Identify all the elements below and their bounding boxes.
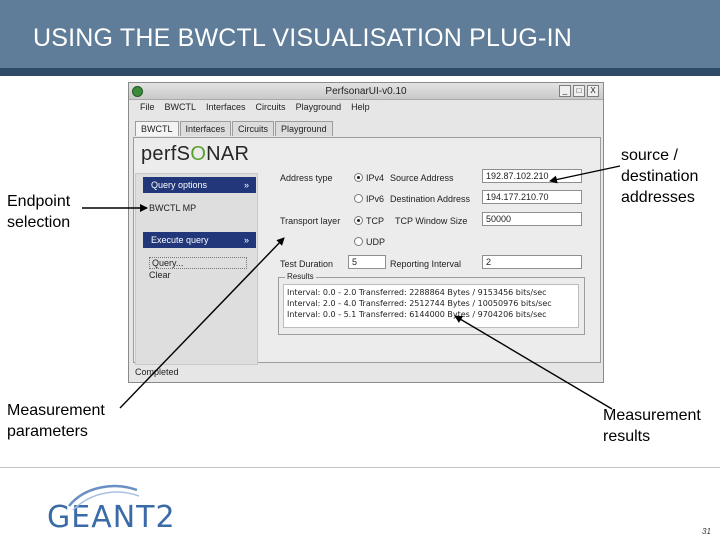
logo-mark: O: [190, 143, 207, 165]
window-titlebar[interactable]: PerfsonarUI-v0.10 _ □ X: [129, 83, 603, 100]
annotation-endpoint-selection: Endpoint selection: [7, 191, 70, 233]
perfsonar-logo: perfSONAR: [141, 143, 249, 166]
minimize-button[interactable]: _: [559, 85, 571, 97]
source-address-field[interactable]: 192.87.102.210: [482, 169, 582, 183]
maximize-button[interactable]: □: [573, 85, 585, 97]
results-group: Results Interval: 0.0 - 2.0 Transferred:…: [278, 272, 585, 335]
test-duration-label: Test Duration: [280, 259, 334, 269]
query-options-label: Query options: [151, 180, 208, 190]
annotation-line: Endpoint: [7, 193, 71, 210]
logo-part: NAR: [206, 143, 250, 165]
annotation-source-destination: source / destination addresses: [621, 145, 698, 208]
destination-address-field[interactable]: 194.177.210.70: [482, 190, 582, 204]
logo-part: perfS: [141, 143, 191, 165]
result-line: Interval: 0.0 - 2.0 Transferred: 2288864…: [287, 288, 547, 297]
annotation-measurement-parameters: Measurement parameters: [7, 400, 105, 442]
annotation-line: results: [603, 428, 651, 445]
clear-button[interactable]: Clear: [149, 270, 171, 280]
results-output[interactable]: Interval: 0.0 - 2.0 Transferred: 2288864…: [283, 284, 579, 328]
annotation-line: destination: [621, 168, 699, 185]
status-bar-text: Completed: [135, 367, 179, 377]
result-line: Interval: 0.0 - 5.1 Transferred: 6144000…: [287, 310, 547, 319]
udp-label: UDP: [366, 237, 386, 247]
close-button[interactable]: X: [587, 85, 599, 97]
annotation-measurement-results: Measurement results: [603, 405, 701, 447]
reporting-interval-label: Reporting Interval: [390, 259, 462, 269]
tcp-window-size-label: TCP Window Size: [395, 216, 468, 226]
destination-address-label: Destination Address: [390, 194, 471, 204]
query-button[interactable]: Query...: [149, 257, 247, 269]
ipv4-radio[interactable]: [354, 173, 363, 182]
menu-file[interactable]: File: [135, 101, 160, 115]
udp-radio[interactable]: [354, 237, 363, 246]
geant-swoosh-icon: [68, 484, 140, 511]
menu-playground[interactable]: Playground: [291, 101, 347, 115]
annotation-line: addresses: [621, 189, 695, 206]
slide-title: USING THE BWCTL VISUALISATION PLUG-IN: [33, 24, 572, 52]
tcp-label: TCP: [366, 216, 384, 226]
address-type-label: Address type: [280, 173, 333, 183]
reporting-interval-field[interactable]: 2: [482, 255, 582, 269]
execute-query-header[interactable]: Execute query »: [143, 232, 256, 248]
window-title: PerfsonarUI-v0.10: [325, 86, 407, 97]
tab-playground[interactable]: Playground: [275, 121, 333, 136]
footer-divider: [0, 467, 720, 468]
tab-interfaces[interactable]: Interfaces: [179, 121, 232, 136]
annotation-line: source /: [621, 147, 678, 164]
menu-circuits[interactable]: Circuits: [251, 101, 291, 115]
menu-help[interactable]: Help: [346, 101, 375, 115]
test-duration-field[interactable]: 5: [348, 255, 386, 269]
tab-circuits[interactable]: Circuits: [232, 121, 275, 136]
ipv4-label: IPv4: [366, 173, 385, 183]
query-item-bwctl-mp[interactable]: BWCTL MP: [149, 203, 196, 213]
slide-header: USING THE BWCTL VISUALISATION PLUG-IN: [0, 0, 720, 68]
annotation-line: parameters: [7, 423, 88, 440]
annotation-line: selection: [7, 214, 71, 231]
tab-bwctl[interactable]: BWCTL: [135, 121, 179, 136]
menu-bwctl[interactable]: BWCTL: [160, 101, 202, 115]
app-window-screenshot: PerfsonarUI-v0.10 _ □ X File BWCTL Inter…: [128, 82, 604, 383]
tcp-radio[interactable]: [354, 216, 363, 225]
annotation-line: Measurement: [7, 402, 105, 419]
tab-bar: BWCTL Interfaces Circuits Playground: [135, 121, 334, 136]
ipv6-label: IPv6: [366, 194, 385, 204]
chevron-up-icon: »: [243, 180, 249, 190]
source-address-label: Source Address: [390, 173, 454, 183]
annotation-line: Measurement: [603, 407, 701, 424]
menu-interfaces[interactable]: Interfaces: [201, 101, 251, 115]
menu-bar: File BWCTL Interfaces Circuits Playgroun…: [129, 101, 603, 115]
sidebar-panel: [135, 173, 258, 365]
results-title: Results: [285, 272, 316, 281]
header-accent-bar: [0, 68, 720, 76]
query-options-header[interactable]: Query options »: [143, 177, 256, 193]
chevron-up-icon: »: [243, 235, 249, 245]
page-number: 31: [702, 527, 711, 536]
tcp-window-size-field[interactable]: 50000: [482, 212, 582, 226]
transport-layer-label: Transport layer: [280, 216, 341, 226]
execute-query-label: Execute query: [151, 235, 209, 245]
result-line: Interval: 2.0 - 4.0 Transferred: 2512744…: [287, 299, 552, 308]
ipv6-radio[interactable]: [354, 194, 363, 203]
